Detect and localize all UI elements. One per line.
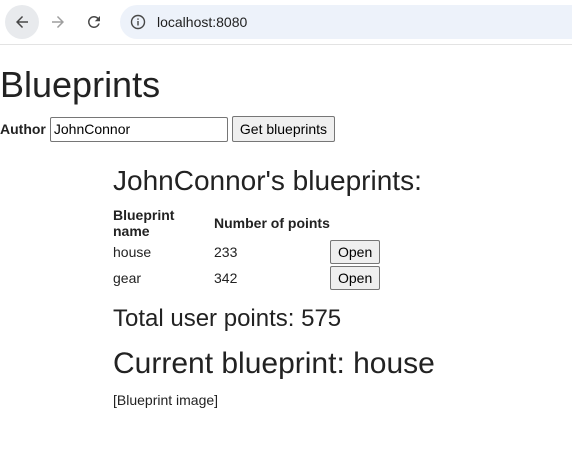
table-row: gear 342 Open bbox=[113, 265, 381, 291]
blueprints-section: JohnConnor's blueprints: Blueprint name … bbox=[113, 162, 533, 408]
table-header-row: Blueprint name Number of points bbox=[113, 207, 380, 239]
blueprint-image-placeholder: [Blueprint image] bbox=[113, 392, 219, 408]
open-cell: Open bbox=[330, 239, 381, 265]
column-header-name: Blueprint name bbox=[113, 207, 175, 239]
url-text: localhost:8080 bbox=[157, 14, 248, 30]
column-header-points: Number of points bbox=[214, 215, 330, 231]
back-button[interactable] bbox=[5, 5, 39, 39]
address-bar[interactable]: localhost:8080 bbox=[120, 5, 572, 39]
blueprint-points-cell: 342 bbox=[214, 270, 238, 286]
open-button-gear[interactable]: Open bbox=[330, 266, 381, 290]
current-blueprint-title: Current blueprint: house bbox=[113, 347, 435, 380]
page-content: Blueprints Author Get blueprints JohnCon… bbox=[0, 45, 572, 453]
browser-toolbar: localhost:8080 bbox=[0, 0, 572, 45]
table-row: house 233 Open bbox=[113, 239, 381, 265]
arrow-right-icon bbox=[52, 16, 64, 28]
open-button-house[interactable]: Open bbox=[330, 240, 381, 264]
total-points: Total user points: 575 bbox=[113, 305, 342, 332]
get-blueprints-button[interactable]: Get blueprints bbox=[231, 116, 336, 142]
author-form: Author Get blueprints bbox=[0, 116, 336, 142]
forward-button[interactable] bbox=[41, 5, 75, 39]
info-icon[interactable] bbox=[130, 14, 146, 30]
open-cell: Open bbox=[330, 265, 381, 291]
reload-icon bbox=[87, 15, 100, 28]
column-header-action bbox=[330, 207, 380, 239]
reload-button[interactable] bbox=[77, 5, 111, 39]
blueprint-points-cell: 233 bbox=[214, 244, 238, 260]
author-label: Author bbox=[0, 121, 46, 137]
section-title: JohnConnor's blueprints: bbox=[113, 165, 422, 196]
author-input[interactable] bbox=[49, 116, 228, 142]
arrow-left-icon bbox=[16, 16, 28, 28]
blueprint-name-cell: gear bbox=[113, 270, 142, 286]
page-title: Blueprints bbox=[0, 64, 161, 105]
blueprint-name-cell: house bbox=[113, 244, 152, 260]
blueprints-table: Blueprint name Number of points house 23… bbox=[113, 207, 381, 291]
